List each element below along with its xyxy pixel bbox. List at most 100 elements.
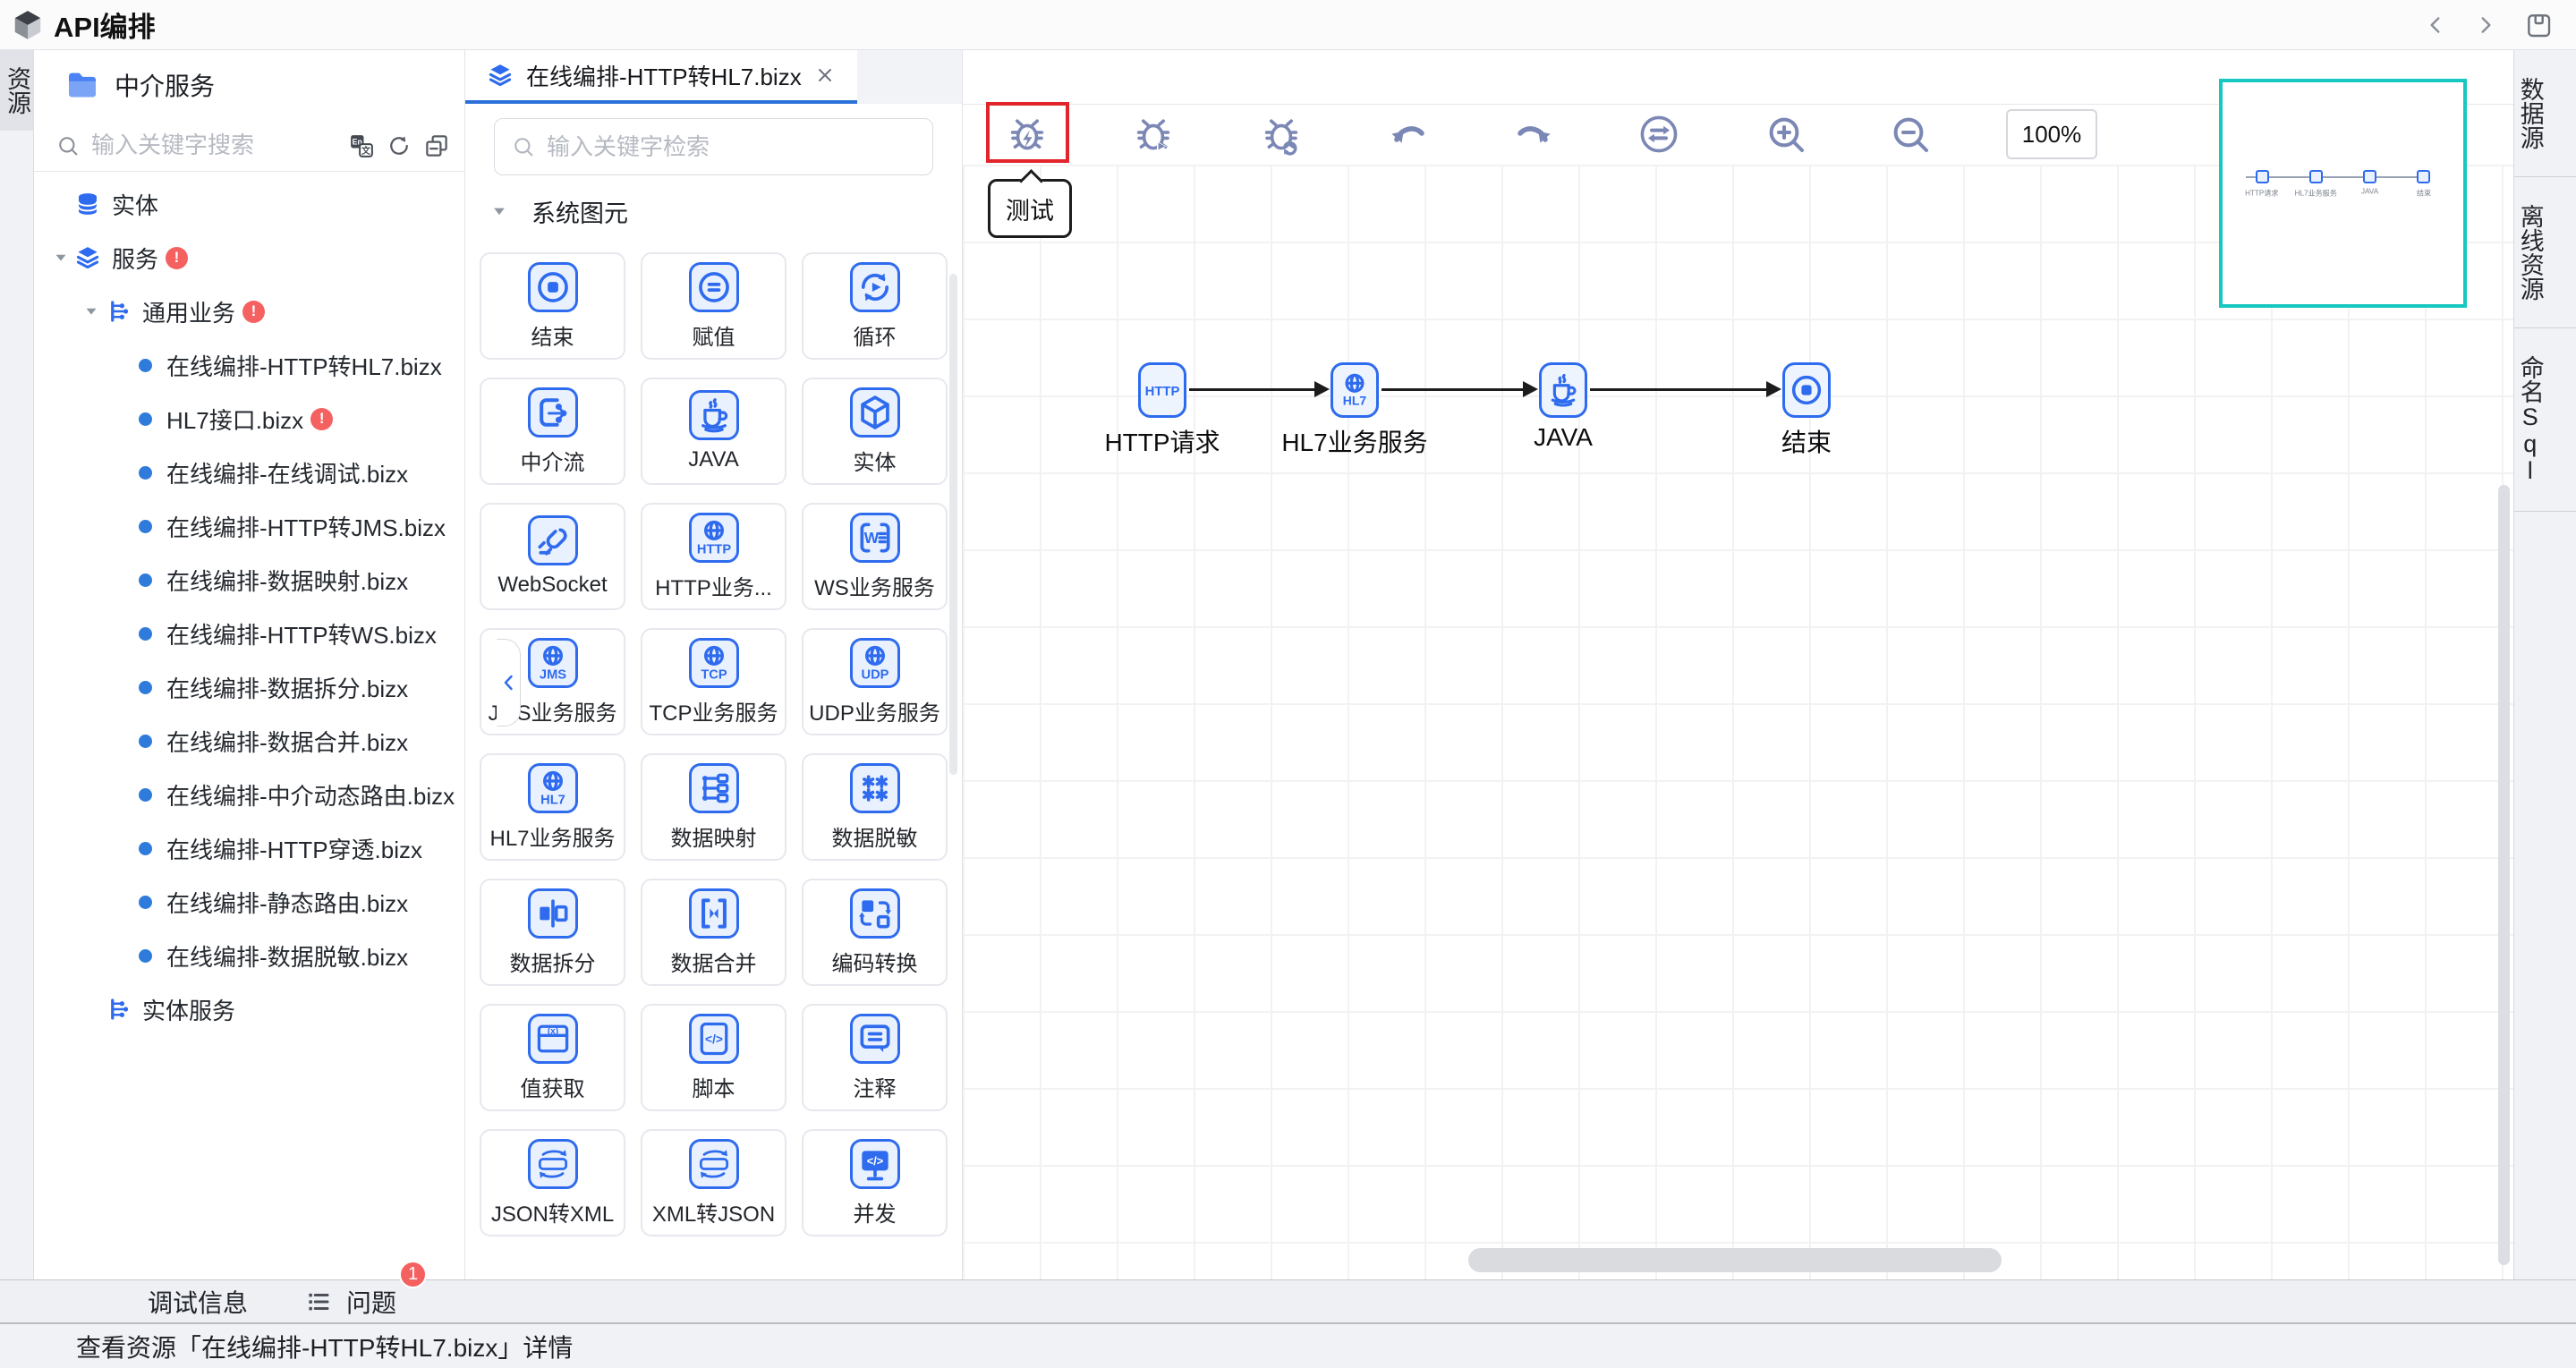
tree-item[interactable]: 实体	[34, 177, 464, 231]
tree-bullet-icon	[139, 735, 152, 748]
tree-bullet-icon	[139, 627, 152, 641]
minimap-node: JAVA	[2347, 170, 2393, 199]
tree-item[interactable]: 在线编排-HTTP转WS.bizx	[34, 607, 464, 660]
save-icon[interactable]	[2524, 11, 2553, 39]
expander-chevron-down-icon[interactable]	[47, 248, 74, 268]
sidebar-search-input[interactable]	[91, 132, 337, 159]
auto-layout-button[interactable]	[1632, 107, 1686, 161]
debug-run-button[interactable]	[1126, 107, 1180, 161]
palette-item-iconbox	[850, 888, 900, 939]
palette-section-header[interactable]: 系统图元	[465, 191, 962, 231]
status-text: 查看资源「在线编排-HTTP转HL7.bizx」详情	[76, 1329, 573, 1364]
debug-restart-button[interactable]	[1254, 107, 1308, 161]
tree-item[interactable]: 服务!	[34, 231, 464, 285]
tree-item[interactable]: 在线编排-HTTP穿透.bizx	[34, 821, 464, 875]
flow-connector-arrow	[1382, 388, 1524, 391]
palette-item[interactable]: 赋值	[641, 252, 786, 360]
flow-node[interactable]: JAVA	[1539, 362, 1587, 418]
left-rail: 资源	[0, 50, 34, 1279]
rail-tab-2[interactable]: 离线资源	[2514, 177, 2576, 328]
palette-item[interactable]: WebSocket	[480, 503, 625, 610]
app-header: API编排	[0, 0, 2576, 50]
tree-item[interactable]: 在线编排-数据脱敏.bizx	[34, 929, 464, 982]
tree-item[interactable]: 在线编排-静态路由.bizx	[34, 875, 464, 929]
palette-item[interactable]: </>并发	[802, 1129, 948, 1236]
palette-collapse-handle[interactable]	[497, 639, 521, 726]
expander-chevron-down-icon[interactable]	[78, 302, 105, 321]
tree-item[interactable]: 在线编排-数据合并.bizx	[34, 714, 464, 768]
flow-node[interactable]: HL7HL7业务服务	[1331, 362, 1379, 418]
tree-bullet-icon	[139, 520, 152, 533]
zoom-in-button[interactable]	[1759, 107, 1813, 161]
palette-item[interactable]: 循环	[802, 252, 948, 360]
bottom-tab[interactable]: 问题1	[305, 1284, 396, 1320]
palette-item[interactable]: UDPUDP业务服务	[802, 628, 948, 735]
canvas-grid	[963, 165, 2513, 1279]
flow-node[interactable]: HTTPHTTP请求	[1138, 362, 1186, 418]
palette-item[interactable]: JSON转XML	[480, 1129, 625, 1236]
palette-item[interactable]: </>脚本	[641, 1004, 786, 1111]
forward-icon[interactable]	[2474, 13, 2497, 37]
flow-node[interactable]: 结束	[1782, 362, 1831, 418]
canvas-horizontal-scrollbar[interactable]	[1468, 1248, 2002, 1272]
palette-item[interactable]: 数据拆分	[480, 879, 625, 986]
flow-canvas[interactable]: 测试 100% HTTP请求HL7业务服务JAVA结束 HTTPHTTP请求HL…	[963, 50, 2513, 1279]
palette-grid: 结束赋值循环中介流JAVA实体 WebSocketHTTPHTTP业务...WWS…	[465, 252, 962, 1236]
palette-item[interactable]: 数据合并	[641, 879, 786, 986]
palette-item[interactable]: HTTPHTTP业务...	[641, 503, 786, 610]
palette-item[interactable]: 编码转换	[802, 879, 948, 986]
zoom-level-indicator[interactable]: 100%	[2006, 109, 2097, 159]
palette-item[interactable]: 数据脱敏	[802, 753, 948, 861]
tree-item[interactable]: 在线编排-HTTP转JMS.bizx	[34, 499, 464, 553]
collapse-panels-icon[interactable]	[423, 132, 450, 159]
script-icon: </>	[694, 1019, 734, 1058]
rail-tab-resources[interactable]: 资源	[0, 50, 33, 131]
palette-item[interactable]: TCPTCP业务服务	[641, 628, 786, 735]
editor-tab[interactable]: 在线编排-HTTP转HL7.bizx	[465, 50, 857, 104]
palette-item[interactable]: XML转JSON	[641, 1129, 786, 1236]
palette-item[interactable]: HL7HL7业务服务	[480, 753, 625, 861]
translate-icon[interactable]: En文	[348, 132, 375, 159]
palette-item[interactable]: 数据映射	[641, 753, 786, 861]
redo-button[interactable]	[1508, 107, 1561, 161]
bottom-tab[interactable]: 调试信息	[148, 1284, 248, 1320]
palette-item[interactable]: 注释	[802, 1004, 948, 1111]
rail-tab-1[interactable]: 数据源	[2514, 50, 2576, 177]
minimap-node-icon	[2417, 170, 2430, 183]
tree-item[interactable]: HL7接口.bizx!	[34, 392, 464, 446]
palette-item[interactable]: 结束	[480, 252, 625, 360]
back-icon[interactable]	[2424, 13, 2447, 37]
palette-item[interactable]: 中介流	[480, 378, 625, 485]
zoom-in-icon	[1764, 113, 1807, 156]
refresh-icon[interactable]	[386, 132, 412, 159]
tree-item[interactable]: 通用业务!	[34, 285, 464, 338]
canvas-vertical-scrollbar[interactable]	[2498, 485, 2510, 1265]
close-icon[interactable]	[814, 64, 836, 86]
tree-item[interactable]: 实体服务	[34, 982, 464, 1036]
palette-item-label: TCP业务服务	[650, 695, 778, 726]
undo-button[interactable]	[1381, 107, 1434, 161]
svg-text:(x): (x)	[547, 1026, 557, 1036]
database-icon	[74, 191, 101, 217]
tree-item[interactable]: 在线编排-数据映射.bizx	[34, 553, 464, 607]
palette-item[interactable]: WWS业务服务	[802, 503, 948, 610]
tree-item[interactable]: 在线编排-中介动态路由.bizx	[34, 768, 464, 821]
rail-tab-3[interactable]: 命名Sql	[2514, 328, 2576, 512]
json-to-xml-icon	[533, 1144, 573, 1184]
palette-scrollbar[interactable]	[949, 274, 957, 775]
palette-item[interactable]: 实体	[802, 378, 948, 485]
tree-item[interactable]: 在线编排-数据拆分.bizx	[34, 660, 464, 714]
svg-text:W: W	[863, 528, 879, 546]
minimap[interactable]: HTTP请求HL7业务服务JAVA结束	[2219, 79, 2467, 308]
palette-search-input[interactable]	[547, 133, 916, 161]
zoom-out-button[interactable]	[1883, 107, 1937, 161]
palette-item[interactable]: JAVA	[641, 378, 786, 485]
tree-item[interactable]: 在线编排-HTTP转HL7.bizx	[34, 338, 464, 392]
redo-icon	[1513, 113, 1556, 156]
layers-icon	[487, 62, 514, 89]
entity-cube-icon	[855, 393, 895, 432]
minimap-node-icon	[2363, 170, 2376, 183]
tree-item[interactable]: 在线编排-在线调试.bizx	[34, 446, 464, 499]
layers-icon	[74, 244, 101, 271]
palette-item[interactable]: (x)值获取	[480, 1004, 625, 1111]
